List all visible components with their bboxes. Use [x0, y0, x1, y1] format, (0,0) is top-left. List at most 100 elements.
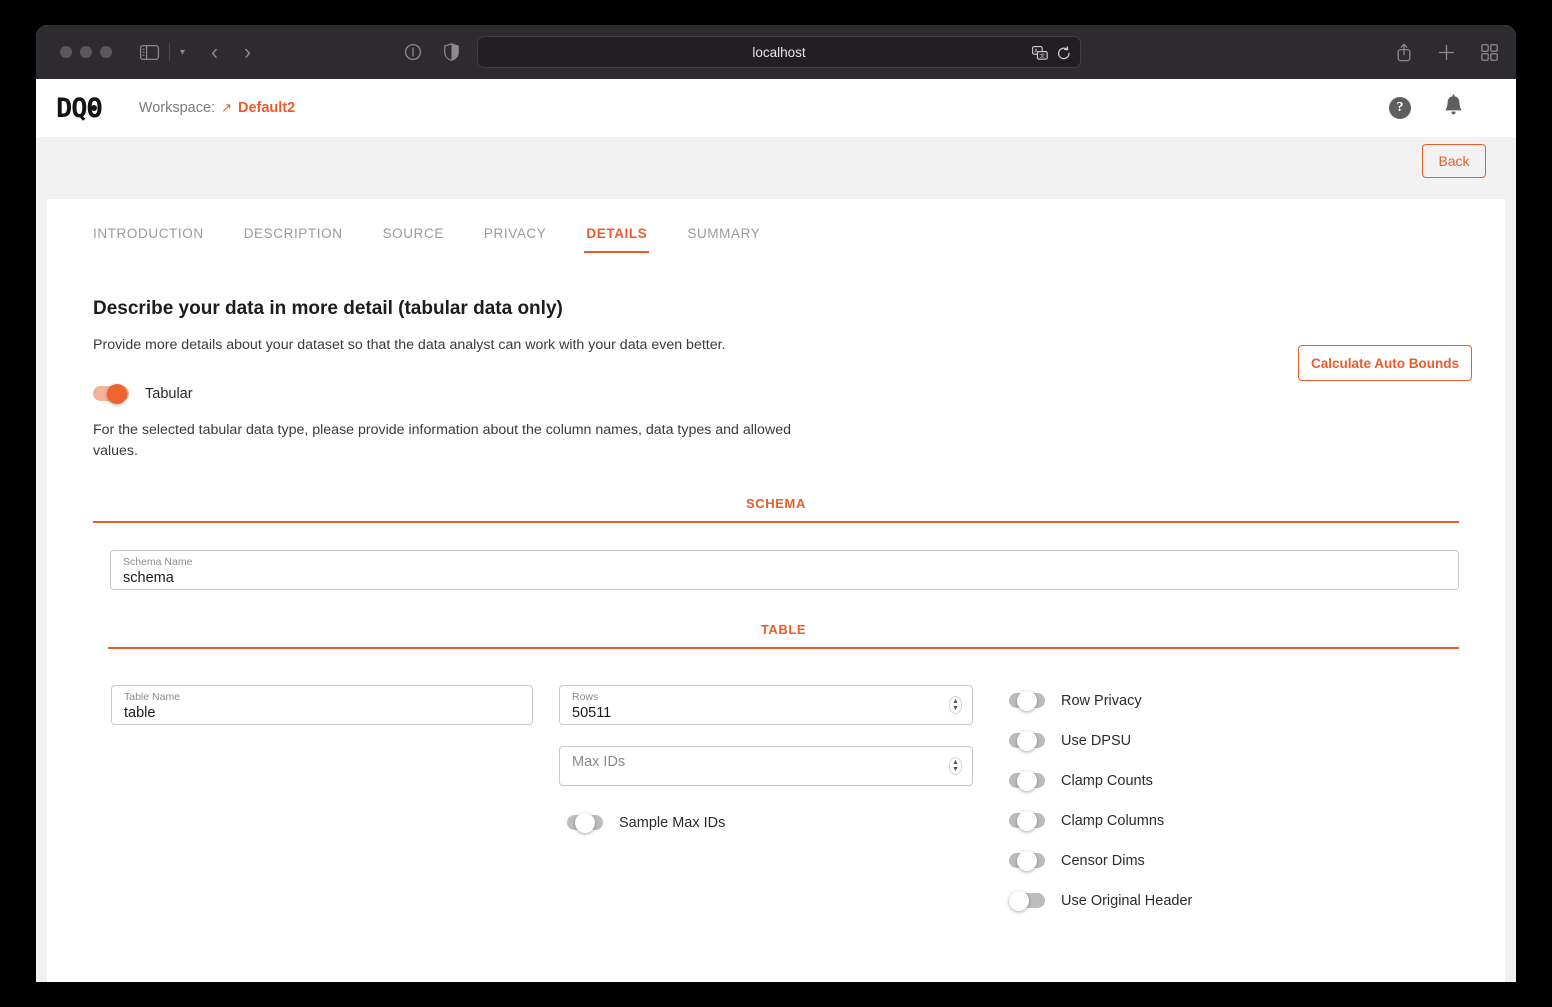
logo-text-o: O	[86, 92, 103, 124]
close-window-button[interactable]	[60, 46, 72, 58]
toggle-knob	[1017, 771, 1037, 792]
chevron-down-icon[interactable]: ▾	[180, 47, 185, 58]
back-arrow-icon[interactable]: ‹	[211, 42, 218, 63]
back-button[interactable]: Back	[1422, 144, 1486, 178]
censor-dims-label: Censor Dims	[1061, 853, 1145, 870]
stepper-up-icon[interactable]: ▲	[952, 698, 959, 705]
forward-arrow-icon[interactable]: ›	[244, 42, 251, 63]
wizard-tabs: INTRODUCTION DESCRIPTION SOURCE PRIVACY …	[93, 199, 1459, 253]
tab-privacy[interactable]: PRIVACY	[484, 226, 546, 253]
schema-name-value[interactable]: schema	[123, 568, 1446, 588]
use-original-header-toggle[interactable]	[1009, 891, 1045, 912]
toggle-knob	[1017, 851, 1037, 872]
browser-window: ▾ ‹ › localhost A 文 DQ O Workspace: ↗ De…	[36, 25, 1516, 982]
privacy-toggles-column: Row Privacy Use DPSU Clamp Counts Clamp …	[973, 685, 1192, 931]
window-controls[interactable]	[60, 46, 112, 58]
toggle-knob	[1017, 811, 1037, 832]
external-link-icon: ↗	[221, 100, 232, 115]
row-privacy-label: Row Privacy	[1061, 693, 1142, 710]
sidebar-toggle-button[interactable]: ▾	[140, 43, 185, 61]
maximize-window-button[interactable]	[100, 46, 112, 58]
table-name-column: Table Name table	[93, 685, 533, 931]
notifications-bell-icon[interactable]	[1443, 94, 1464, 122]
row-privacy-toggle[interactable]	[1009, 691, 1045, 712]
toolbar-divider	[169, 43, 170, 61]
schema-name-label: Schema Name	[123, 556, 193, 569]
rows-value[interactable]: 50511	[572, 703, 960, 723]
rows-maxids-column: Rows 50511 ▲ ▼ Max IDs ▲ ▼ Sample Max ID…	[533, 685, 973, 931]
rows-field[interactable]: Rows 50511 ▲ ▼	[559, 685, 973, 726]
rows-stepper[interactable]: ▲ ▼	[949, 696, 962, 715]
toggle-knob	[1009, 891, 1029, 912]
tab-description[interactable]: DESCRIPTION	[244, 226, 343, 253]
table-divider-line	[108, 647, 1459, 650]
tab-overview-icon[interactable]	[1481, 43, 1498, 61]
page-title: Describe your data in more detail (tabul…	[93, 298, 563, 319]
use-original-header-row: Use Original Header	[1009, 891, 1193, 912]
toggle-knob	[1017, 731, 1037, 752]
toggle-knob	[107, 384, 127, 404]
share-icon[interactable]	[1396, 43, 1412, 62]
toolbar-right-icons	[1396, 25, 1498, 79]
tabular-toggle[interactable]	[93, 384, 129, 404]
reader-view-icon[interactable]	[404, 43, 422, 61]
max-ids-field[interactable]: Max IDs ▲ ▼	[559, 746, 973, 787]
page-subtitle: Provide more details about your dataset …	[93, 337, 726, 353]
browser-toolbar: ▾ ‹ › localhost A 文	[36, 25, 1516, 79]
schema-divider-line	[93, 521, 1459, 524]
censor-dims-toggle[interactable]	[1009, 851, 1045, 872]
use-dpsu-toggle[interactable]	[1009, 731, 1045, 752]
clamp-columns-toggle[interactable]	[1009, 811, 1045, 832]
minimize-window-button[interactable]	[80, 46, 92, 58]
address-bar-right-icons: A 文	[1032, 37, 1071, 69]
privacy-report-icon[interactable]	[444, 43, 459, 61]
calculate-auto-bounds-button[interactable]: Calculate Auto Bounds	[1298, 345, 1472, 381]
card-container: INTRODUCTION DESCRIPTION SOURCE PRIVACY …	[36, 199, 1516, 982]
clamp-counts-row: Clamp Counts	[1009, 771, 1192, 792]
sample-max-ids-label: Sample Max IDs	[619, 815, 726, 832]
toggle-knob	[575, 813, 595, 834]
table-divider-label: TABLE	[760, 622, 807, 638]
stepper-down-icon[interactable]: ▼	[952, 766, 959, 773]
schema-divider-label: SCHEMA	[746, 496, 806, 512]
tab-details[interactable]: DETAILS	[584, 226, 650, 253]
address-bar[interactable]: localhost A 文	[477, 36, 1081, 68]
tabular-toggle-row: Tabular	[93, 384, 1459, 404]
clamp-counts-label: Clamp Counts	[1061, 773, 1153, 790]
clamp-counts-toggle[interactable]	[1009, 771, 1045, 792]
use-dpsu-row: Use DPSU	[1009, 731, 1192, 752]
table-section-divider: TABLE	[108, 621, 1459, 650]
clamp-columns-row: Clamp Columns	[1009, 811, 1192, 832]
navigation-arrows[interactable]: ‹ ›	[211, 42, 251, 63]
stepper-up-icon[interactable]: ▲	[952, 759, 959, 766]
table-name-label: Table Name	[124, 691, 181, 704]
reload-icon[interactable]	[1057, 45, 1071, 61]
header-icons: ?	[1389, 94, 1464, 122]
table-name-value[interactable]: table	[124, 703, 520, 723]
toggle-knob	[1017, 691, 1037, 712]
toolbar-left-icons	[404, 25, 459, 79]
schema-fields: Schema Name schema	[93, 550, 1459, 591]
logo-text-dq: DQ	[56, 92, 88, 124]
workspace-value[interactable]: Default2	[238, 100, 295, 116]
url-text: localhost	[752, 44, 806, 60]
tab-introduction[interactable]: INTRODUCTION	[93, 226, 204, 253]
translate-icon[interactable]: A 文	[1032, 46, 1048, 60]
sample-max-ids-toggle[interactable]	[567, 813, 603, 834]
workspace-label: Workspace:	[138, 100, 216, 116]
max-ids-stepper[interactable]: ▲ ▼	[949, 757, 962, 776]
schema-name-field[interactable]: Schema Name schema	[110, 550, 1459, 591]
stepper-down-icon[interactable]: ▼	[952, 705, 959, 712]
clamp-columns-label: Clamp Columns	[1061, 813, 1165, 830]
use-original-header-label: Use Original Header	[1061, 893, 1193, 910]
dqo-logo[interactable]: DQ O	[56, 92, 103, 124]
table-name-field[interactable]: Table Name table	[111, 685, 533, 726]
tab-source[interactable]: SOURCE	[383, 226, 444, 253]
new-tab-icon[interactable]	[1438, 44, 1455, 61]
sample-max-ids-row: Sample Max IDs	[559, 813, 973, 834]
tab-summary[interactable]: SUMMARY	[687, 226, 760, 253]
table-fields-row: Table Name table Rows 50511 ▲ ▼ Max IDs …	[93, 685, 1459, 931]
workspace-selector[interactable]: Workspace: ↗ Default2	[139, 100, 295, 116]
schema-section-divider: SCHEMA	[93, 495, 1459, 524]
help-icon[interactable]: ?	[1389, 97, 1411, 119]
